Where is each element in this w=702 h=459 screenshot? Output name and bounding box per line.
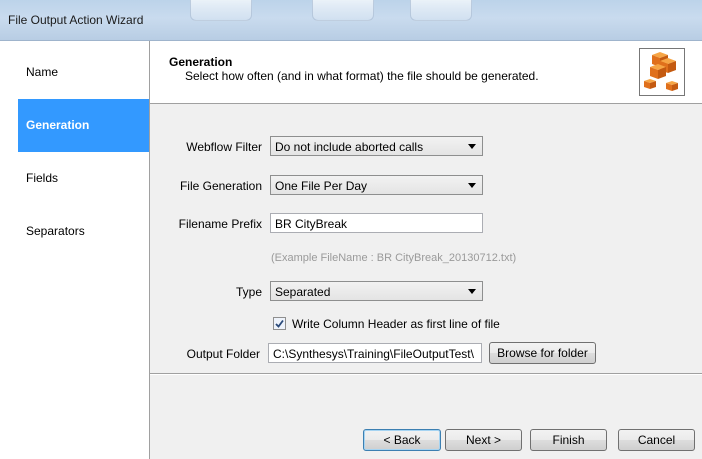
webflow-filter-label: Webflow Filter xyxy=(186,140,262,154)
output-folder-label: Output Folder xyxy=(186,347,260,361)
sidebar-item-generation[interactable]: Generation xyxy=(18,99,149,152)
type-value: Separated xyxy=(275,285,331,299)
chevron-down-icon xyxy=(468,289,476,294)
window-title: File Output Action Wizard xyxy=(8,13,144,27)
titlebar-glass xyxy=(410,0,472,21)
write-header-checkbox[interactable] xyxy=(273,317,286,330)
titlebar-glass xyxy=(190,0,252,21)
step-title: Generation xyxy=(169,55,233,69)
type-label: Type xyxy=(235,285,262,299)
file-generation-dropdown[interactable]: One File Per Day xyxy=(270,175,483,195)
cubes-icon xyxy=(639,48,685,96)
example-filename-hint: (Example FileName : BR CityBreak_2013071… xyxy=(271,252,517,264)
finish-button[interactable]: Finish xyxy=(530,429,607,451)
wizard-client-area: Name Generation Fields Separators Genera… xyxy=(0,41,702,459)
footer-separator xyxy=(150,373,702,375)
output-folder-input[interactable]: C:\Synthesys\Training\FileOutputTest\ xyxy=(268,343,482,363)
chevron-down-icon xyxy=(468,144,476,149)
wizard-step-list: Name Generation Fields Separators xyxy=(18,41,150,459)
webflow-filter-dropdown[interactable]: Do not include aborted calls xyxy=(270,136,483,156)
title-bar[interactable]: File Output Action Wizard xyxy=(0,0,702,41)
back-button[interactable]: < Back xyxy=(363,429,441,451)
browse-folder-button[interactable]: Browse for folder xyxy=(489,342,596,364)
sidebar-item-fields[interactable]: Fields xyxy=(18,152,149,205)
type-dropdown[interactable]: Separated xyxy=(270,281,483,301)
step-header: Generation Select how often (and in what… xyxy=(150,41,702,104)
webflow-filter-value: Do not include aborted calls xyxy=(275,140,424,154)
step-subtitle: Select how often (and in what format) th… xyxy=(185,69,539,83)
cancel-button[interactable]: Cancel xyxy=(618,429,695,451)
chevron-down-icon xyxy=(468,183,476,188)
output-folder-value: C:\Synthesys\Training\FileOutputTest\ xyxy=(273,347,474,361)
sidebar-item-name[interactable]: Name xyxy=(18,46,149,99)
left-strip xyxy=(0,41,19,459)
next-button[interactable]: Next > xyxy=(445,429,522,451)
write-header-label[interactable]: Write Column Header as first line of fil… xyxy=(292,317,500,331)
file-generation-label: File Generation xyxy=(179,179,262,193)
filename-prefix-input[interactable]: BR CityBreak xyxy=(270,213,483,233)
checkmark-icon xyxy=(275,319,284,328)
filename-prefix-value: BR CityBreak xyxy=(275,217,348,231)
file-generation-value: One File Per Day xyxy=(275,179,368,193)
titlebar-glass xyxy=(312,0,374,21)
filename-prefix-label: Filename Prefix xyxy=(178,217,262,231)
sidebar-item-separators[interactable]: Separators xyxy=(18,205,149,258)
